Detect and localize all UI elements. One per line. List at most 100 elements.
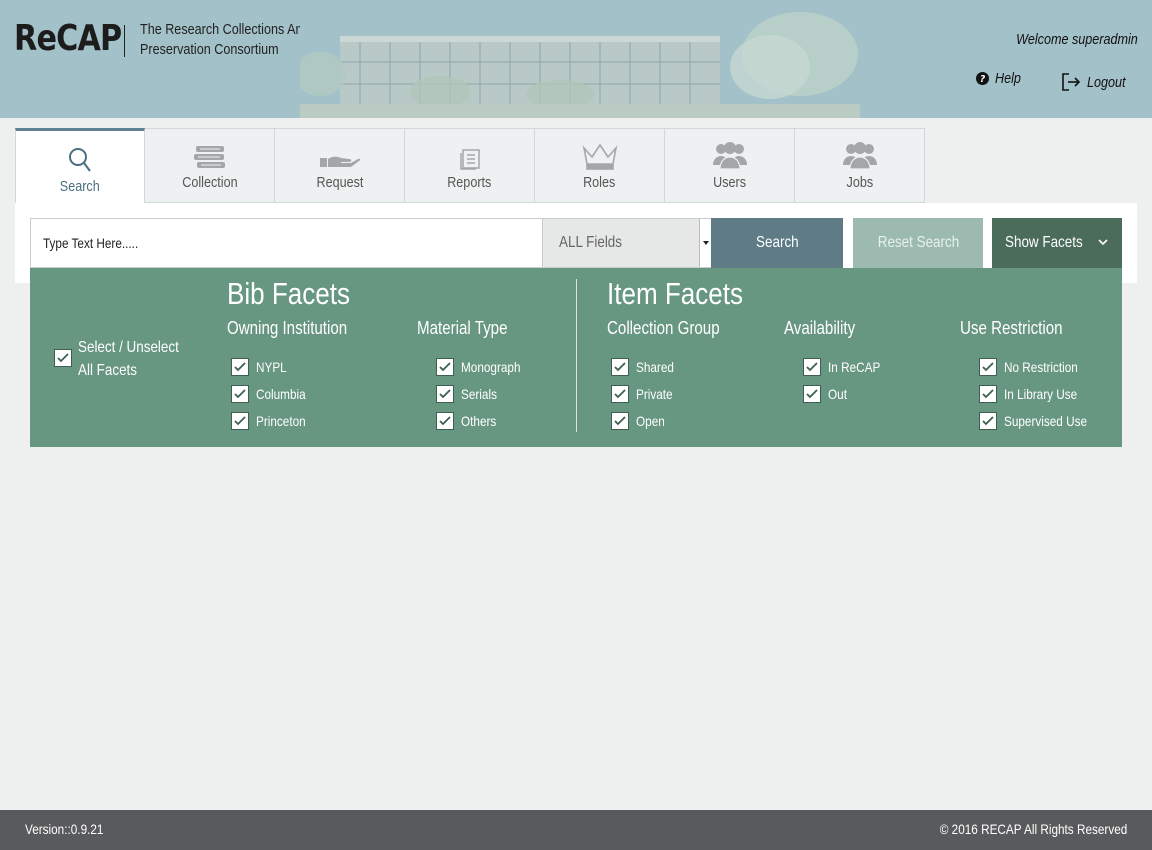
footer: Version::0.9.21 © 2016 RECAP All Rights … <box>0 810 1152 850</box>
checkmark-icon <box>982 362 994 372</box>
facet-checkbox[interactable] <box>611 412 629 430</box>
facets-divider <box>576 279 577 432</box>
owning-institution-heading: Owning Institution <box>227 318 348 338</box>
facet-checkbox[interactable] <box>803 385 821 403</box>
facet-checkbox[interactable] <box>611 385 629 403</box>
books-icon <box>193 146 225 168</box>
field-select[interactable]: ALL Fields <box>542 218 712 268</box>
svg-text:?: ? <box>980 74 986 85</box>
document-icon <box>459 149 480 170</box>
facet-option-label: Princeton <box>256 413 306 429</box>
logo[interactable]: ReCAP <box>14 18 142 59</box>
facet-option-material-type[interactable]: Others <box>436 412 503 430</box>
facet-checkbox[interactable] <box>979 412 997 430</box>
facet-checkbox[interactable] <box>231 358 249 376</box>
copyright-label: © 2016 RECAP All Rights Reserved <box>939 821 1127 837</box>
hand-request-icon <box>319 156 360 167</box>
facet-checkbox[interactable] <box>979 358 997 376</box>
facet-checkbox[interactable] <box>979 385 997 403</box>
tab-search[interactable]: Search <box>15 128 145 204</box>
header: ReCAP The Research Collections And Prese… <box>0 0 1152 118</box>
material-type-heading: Material Type <box>417 318 508 338</box>
use-restriction-heading: Use Restriction <box>960 318 1063 338</box>
facet-checkbox[interactable] <box>803 358 821 376</box>
facet-option-label: In Library Use <box>1004 386 1078 402</box>
version-label: Version::0.9.21 <box>25 821 104 837</box>
users-icon <box>712 142 747 170</box>
search-button[interactable]: Search <box>711 218 843 268</box>
facet-option-owning-institution[interactable]: Princeton <box>231 412 315 430</box>
select-arrow-icon[interactable] <box>699 219 711 267</box>
facet-option-label: No Restriction <box>1004 359 1078 375</box>
checkmark-icon <box>234 416 246 426</box>
facet-option-material-type[interactable]: Serials <box>436 385 504 403</box>
logout-link[interactable]: Logout <box>1061 72 1133 92</box>
checkmark-icon <box>806 362 818 372</box>
facet-checkbox[interactable] <box>436 412 454 430</box>
checkmark-icon <box>234 362 246 372</box>
facet-option-label: Private <box>636 386 673 402</box>
chevron-down-icon <box>1098 239 1108 246</box>
help-link[interactable]: ? Help <box>976 70 1026 87</box>
checkmark-icon <box>439 389 451 399</box>
tab-request[interactable]: Request <box>275 128 405 203</box>
facet-option-label: Serials <box>461 386 497 402</box>
checkmark-icon <box>614 389 626 399</box>
item-facets-heading: Item Facets <box>607 276 744 311</box>
facet-option-owning-institution[interactable]: Columbia <box>231 385 315 403</box>
facet-checkbox[interactable] <box>436 358 454 376</box>
facet-option-material-type[interactable]: Monograph <box>436 358 532 376</box>
select-all-checkbox[interactable] <box>54 349 72 367</box>
checkmark-icon <box>234 389 246 399</box>
checkmark-icon <box>614 362 626 372</box>
checkmark-icon <box>439 416 451 426</box>
select-all-facets[interactable]: Select / Unselect All Facets <box>54 336 198 382</box>
facet-option-availability[interactable]: In ReCAP <box>803 358 890 376</box>
facet-option-use-restriction[interactable]: Supervised Use <box>979 412 1103 430</box>
help-icon: ? <box>976 72 989 85</box>
reset-search-button[interactable]: Reset Search <box>853 218 983 268</box>
tab-users[interactable]: Users <box>665 128 795 203</box>
facets-panel: Select / Unselect All Facets Bib Facets … <box>30 268 1122 447</box>
facet-checkbox[interactable] <box>231 412 249 430</box>
checkmark-icon <box>439 362 451 372</box>
availability-heading: Availability <box>784 318 856 338</box>
facet-option-label: Monograph <box>461 359 521 375</box>
facet-option-label: Columbia <box>256 386 306 402</box>
facet-checkbox[interactable] <box>231 385 249 403</box>
facet-option-label: Out <box>828 386 847 402</box>
tab-roles[interactable]: Roles <box>535 128 665 203</box>
facet-option-label: Others <box>461 413 497 429</box>
facet-option-availability[interactable]: Out <box>803 385 851 403</box>
facet-checkbox[interactable] <box>436 385 454 403</box>
facet-option-label: Open <box>636 413 665 429</box>
facet-option-collection-group[interactable]: Shared <box>611 358 681 376</box>
facet-option-owning-institution[interactable]: NYPL <box>231 358 293 376</box>
logout-icon <box>1062 73 1081 91</box>
users-group-icon <box>842 142 877 170</box>
facet-option-label: In ReCAP <box>828 359 881 375</box>
checkmark-icon <box>806 389 818 399</box>
bib-facets-heading: Bib Facets <box>227 276 351 311</box>
search-icon <box>69 148 91 172</box>
facet-option-label: NYPL <box>256 359 287 375</box>
facet-option-use-restriction[interactable]: No Restriction <box>979 358 1092 376</box>
facet-option-use-restriction[interactable]: In Library Use <box>979 385 1091 403</box>
facet-checkbox[interactable] <box>611 358 629 376</box>
checkmark-icon <box>982 389 994 399</box>
facet-option-label: Supervised Use <box>1004 413 1088 429</box>
logo-divider <box>124 25 125 57</box>
tab-reports[interactable]: Reports <box>405 128 535 203</box>
main-tabs: Search Collection Request Reports Roles … <box>15 128 925 204</box>
tab-jobs[interactable]: Jobs <box>795 128 925 203</box>
checkmark-icon <box>614 416 626 426</box>
search-input[interactable]: Type Text Here..... <box>30 218 543 268</box>
facet-option-collection-group[interactable]: Private <box>611 385 680 403</box>
building-banner-image <box>300 12 860 118</box>
tab-collection[interactable]: Collection <box>145 128 275 203</box>
collection-group-heading: Collection Group <box>607 318 720 338</box>
facet-option-label: Shared <box>636 359 674 375</box>
facet-option-collection-group[interactable]: Open <box>611 412 670 430</box>
show-facets-button[interactable]: Show Facets <box>992 218 1122 268</box>
crown-icon <box>582 143 617 170</box>
